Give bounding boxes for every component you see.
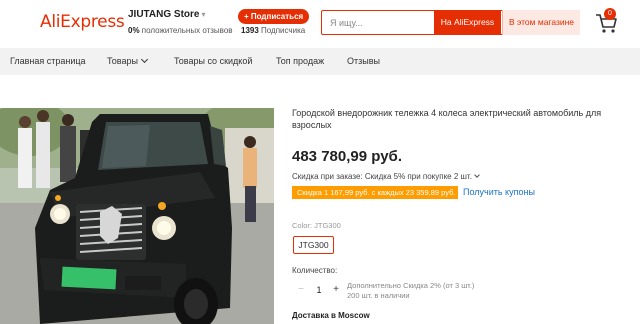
chevron-down-icon[interactable] [474,172,480,178]
store-feedback: 0% положительных отзывов [128,26,233,35]
quantity-decrease-button[interactable]: − [295,284,307,296]
search-aliexpress-button[interactable]: На AliExpress [434,10,501,35]
delivery-info: Доставка в Moscow [292,311,370,320]
store-nav: Главная страница Товары Товары со скидко… [0,48,640,75]
top-header: AliExpress JIUTANG Store ▾ 0% положительн… [0,0,640,46]
subscribers-label: Подписчика [261,26,306,35]
positive-feedback-label: положительных отзывов [141,26,233,35]
subscribers-count: 1393 Подписчика [241,26,305,35]
subscribe-button[interactable]: + Подписаться [238,9,310,24]
nav-products-label[interactable]: Товары [107,56,138,66]
coupon-badge: Скидка 1 167,99 руб. с каждых 23 359,89 … [292,186,458,199]
cart-count-badge: 0 [604,8,616,20]
search-input[interactable] [330,11,430,34]
store-name-text[interactable]: JIUTANG Store [128,9,200,20]
nav-top-sales[interactable]: Топ продаж [276,48,324,75]
product-title: Городской внедорожник тележка 4 колеса э… [292,108,602,130]
nav-products[interactable]: Товары [107,48,149,75]
product-image[interactable] [0,108,274,324]
store-name[interactable]: JIUTANG Store ▾ [128,9,228,20]
aliexpress-logo[interactable]: AliExpress [40,12,125,32]
quantity-discount-note: Дополнительно Скидка 2% (от 3 шт.) [347,281,475,290]
color-label-key: Color: [292,221,313,230]
color-option-jtg300[interactable]: JTG300 [293,236,334,254]
quantity-label: Количество: [292,266,338,275]
subscribers-number: 1393 [241,26,259,35]
quantity-increase-button[interactable]: + [330,284,342,296]
color-label: Color: JTG300 [292,221,341,230]
stock-note: 200 шт. в наличии [347,291,410,300]
color-selected-value: JTG300 [314,221,341,230]
store-info: JIUTANG Store ▾ 0% положительных отзывов [128,9,233,35]
quantity-value[interactable]: 1 [313,284,325,296]
search-bar: На AliExpress В этом магазине [321,10,580,35]
positive-percent: 0% [128,26,140,35]
order-discount-text[interactable]: Скидка при заказе: Скидка 5% при покупке… [292,172,472,181]
nav-reviews[interactable]: Отзывы [347,48,380,75]
order-discount[interactable]: Скидка при заказе: Скидка 5% при покупке… [292,172,480,181]
get-coupons-link[interactable]: Получить купоны [463,186,535,199]
nav-home[interactable]: Главная страница [10,48,86,75]
nav-sale-products[interactable]: Товары со скидкой [174,48,252,75]
search-in-store-button[interactable]: В этом магазине [502,10,580,35]
product-price: 483 780,99 руб. [292,148,402,165]
chevron-down-icon[interactable]: ▾ [202,10,206,19]
chevron-down-icon [140,55,149,64]
